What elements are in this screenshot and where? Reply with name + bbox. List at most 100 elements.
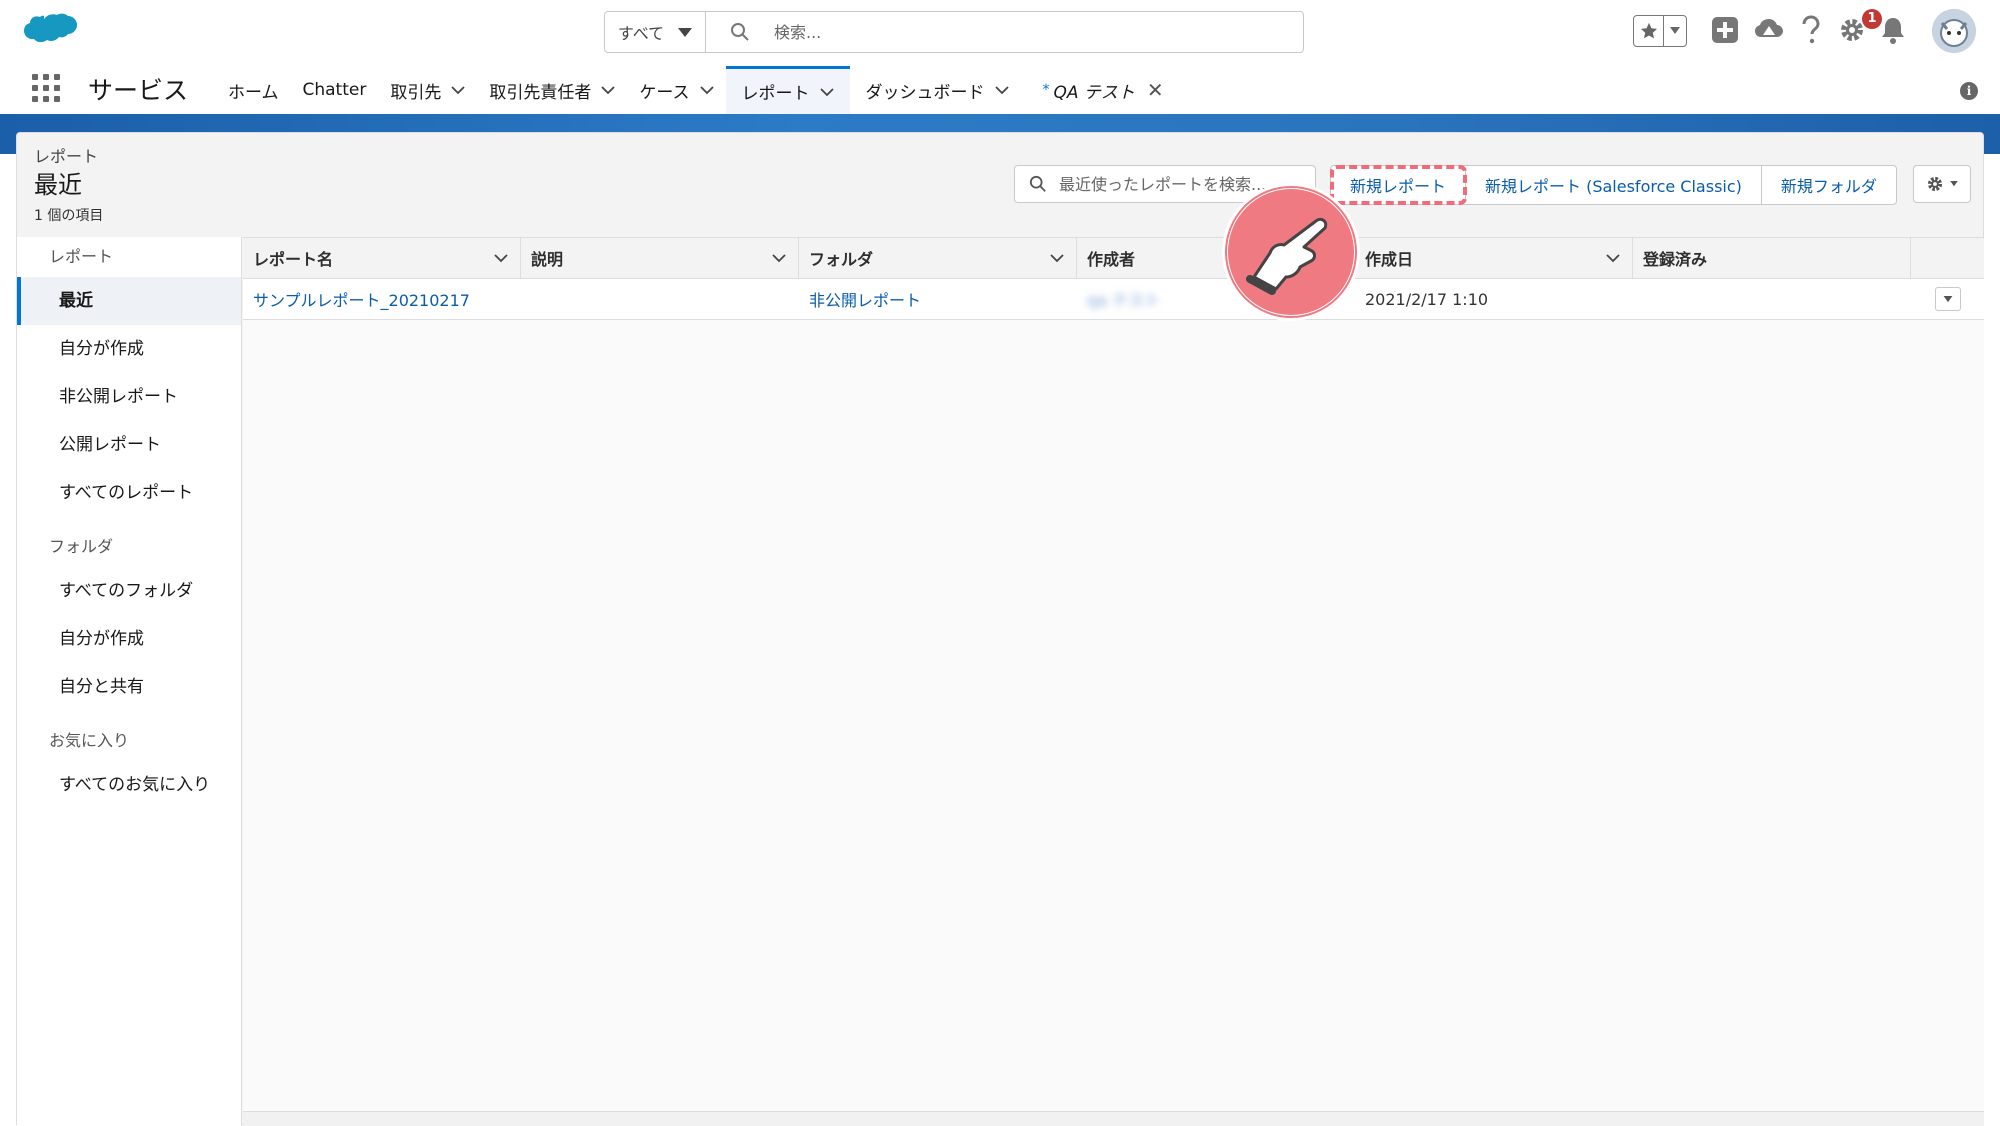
column-label: 説明: [531, 250, 564, 269]
search-icon: [731, 23, 749, 41]
notification-count-badge: 1: [1862, 9, 1882, 29]
report-description: [521, 279, 799, 319]
sidebar-item-folders-created-by-me[interactable]: 自分が作成: [17, 615, 241, 663]
star-icon: [1634, 16, 1665, 46]
chevron-down-icon[interactable]: [1606, 251, 1620, 265]
column-header-description[interactable]: 説明: [521, 238, 799, 278]
report-folder-link[interactable]: 非公開レポート: [799, 279, 1077, 319]
favorites-dropdown-icon[interactable]: [1664, 16, 1686, 46]
column-header-folder[interactable]: フォルダ: [799, 238, 1077, 278]
sidebar-item-all-favorites[interactable]: すべてのお気に入り: [17, 761, 241, 809]
table-header-row: レポート名 説明 フォルダ 作成者 作成日 登録済み: [243, 237, 1984, 279]
sidebar-item-shared-with-me[interactable]: 自分と共有: [17, 663, 241, 711]
global-actions-plus-icon[interactable]: [1711, 16, 1739, 44]
tab-label: 取引先責任者: [489, 82, 592, 103]
tap-pointer-hand-icon: [1222, 183, 1360, 321]
tab-label: QA テスト: [1053, 82, 1135, 103]
tab-dashboards[interactable]: ダッシュボード: [850, 66, 1021, 114]
column-label: 作成者: [1087, 250, 1136, 269]
row-actions-button[interactable]: [1934, 287, 1961, 311]
tab-reports[interactable]: レポート: [725, 66, 850, 114]
sidebar-item-public-reports[interactable]: 公開レポート: [17, 421, 241, 469]
reports-page: レポート 最近 1 個の項目 新規レポート 新規レポート (Salesforce…: [16, 132, 1984, 1126]
global-header: すべて 検索... 1: [0, 0, 2000, 66]
column-label: 作成日: [1365, 250, 1414, 269]
tab-home[interactable]: ホーム: [216, 66, 291, 114]
row-actions-cell: [1911, 279, 1984, 319]
report-subscribed: [1633, 279, 1911, 319]
report-name-link[interactable]: サンプルレポート_20210217: [243, 279, 521, 319]
page-action-buttons: 新規レポート 新規レポート (Salesforce Classic) 新規フォル…: [1329, 165, 1897, 205]
chevron-down-icon[interactable]: [772, 251, 786, 265]
sidebar-heading-reports: レポート: [49, 247, 114, 266]
table-row: サンプルレポート_20210217 非公開レポート qa テスト 2021/2/…: [243, 279, 1984, 320]
salesforce-logo[interactable]: [20, 13, 78, 53]
tab-label: Chatter: [302, 80, 367, 100]
column-header-subscribed[interactable]: 登録済み: [1633, 238, 1911, 278]
user-avatar[interactable]: [1932, 9, 1976, 53]
gear-icon: [1927, 176, 1943, 192]
chevron-down-icon[interactable]: [494, 251, 508, 265]
column-label: フォルダ: [809, 250, 874, 269]
search-scope-label: すべて: [617, 24, 665, 43]
search-scope-dropdown[interactable]: すべて: [605, 12, 706, 52]
report-created-date: 2021/2/17 1:10: [1365, 289, 1489, 309]
tab-label: ホーム: [228, 82, 279, 103]
close-tab-icon[interactable]: ✕: [1147, 78, 1164, 102]
item-count: 1 個の項目: [34, 208, 104, 224]
tab-contacts[interactable]: 取引先責任者: [477, 66, 627, 114]
trailhead-icon[interactable]: [1754, 16, 1784, 44]
notifications-bell-icon[interactable]: [1880, 15, 1906, 45]
tab-label: ケース: [639, 82, 690, 103]
sidebar-item-private-reports[interactable]: 非公開レポート: [17, 373, 241, 421]
tab-chatter[interactable]: Chatter: [291, 66, 379, 114]
caret-down-icon: [1950, 181, 1958, 187]
page-title: 最近: [34, 171, 82, 199]
page-eyebrow: レポート: [34, 147, 99, 166]
tab-label: ダッシュボード: [865, 82, 985, 103]
sidebar-item-recent[interactable]: 最近: [17, 277, 241, 325]
sidebar-heading-favorites: お気に入り: [49, 731, 130, 750]
column-header-actions: [1911, 238, 1984, 278]
tab-cases[interactable]: ケース: [627, 66, 725, 114]
tab-label: レポート: [741, 84, 810, 104]
list-settings-button[interactable]: [1913, 165, 1971, 203]
sidebar-item-all-reports[interactable]: すべてのレポート: [17, 469, 241, 517]
chevron-down-icon[interactable]: [994, 83, 1009, 97]
chevron-down-icon[interactable]: [819, 85, 834, 99]
app-nav-bar: サービス ホーム Chatter 取引先 取引先責任者 ケース レポート ダッシ…: [0, 66, 2000, 115]
tab-label: 取引先: [390, 82, 442, 103]
sidebar-item-created-by-me[interactable]: 自分が作成: [17, 325, 241, 373]
caret-down-icon: [1943, 295, 1952, 302]
global-search: すべて: [604, 11, 1304, 53]
chevron-down-icon[interactable]: [451, 83, 465, 97]
column-label: 登録済み: [1643, 250, 1708, 269]
avatar-image-icon: [1932, 9, 1976, 53]
column-header-report-name[interactable]: レポート名: [243, 238, 521, 278]
tab-unsaved-marker: *: [1042, 82, 1050, 98]
column-header-created-date[interactable]: 作成日: [1355, 238, 1633, 278]
search-icon: [1029, 175, 1046, 192]
tab-accounts[interactable]: 取引先: [378, 66, 477, 114]
new-folder-button[interactable]: 新規フォルダ: [1762, 166, 1896, 204]
global-search-input[interactable]: [772, 12, 1276, 52]
caret-down-icon: [678, 27, 693, 37]
tab-qa-test[interactable]: * QA テスト ✕: [1021, 66, 1176, 114]
horizontal-scrollbar[interactable]: [243, 1111, 1984, 1126]
chevron-down-icon[interactable]: [601, 83, 615, 97]
sidebar-heading-folders: フォルダ: [49, 537, 114, 556]
new-report-classic-button[interactable]: 新規レポート (Salesforce Classic): [1466, 166, 1762, 204]
app-launcher-icon[interactable]: [32, 74, 60, 102]
help-icon[interactable]: [1800, 15, 1822, 45]
app-name: サービス: [88, 76, 189, 105]
info-icon[interactable]: i: [1960, 82, 1978, 100]
favorites-button[interactable]: [1633, 15, 1687, 47]
chevron-down-icon[interactable]: [699, 83, 714, 97]
chevron-down-icon[interactable]: [1050, 251, 1064, 265]
reports-sidebar: レポート 最近 自分が作成 非公開レポート 公開レポート すべてのレポート フォ…: [17, 237, 242, 1126]
header-utility-icons: 1: [1600, 9, 2000, 56]
nav-tabs: ホーム Chatter 取引先 取引先責任者 ケース レポート ダッシュボード …: [216, 66, 1176, 114]
reports-table: レポート名 説明 フォルダ 作成者 作成日 登録済み サンプルレポート_2021…: [243, 237, 1984, 1126]
column-label: レポート名: [253, 250, 334, 269]
sidebar-item-all-folders[interactable]: すべてのフォルダ: [17, 567, 241, 615]
